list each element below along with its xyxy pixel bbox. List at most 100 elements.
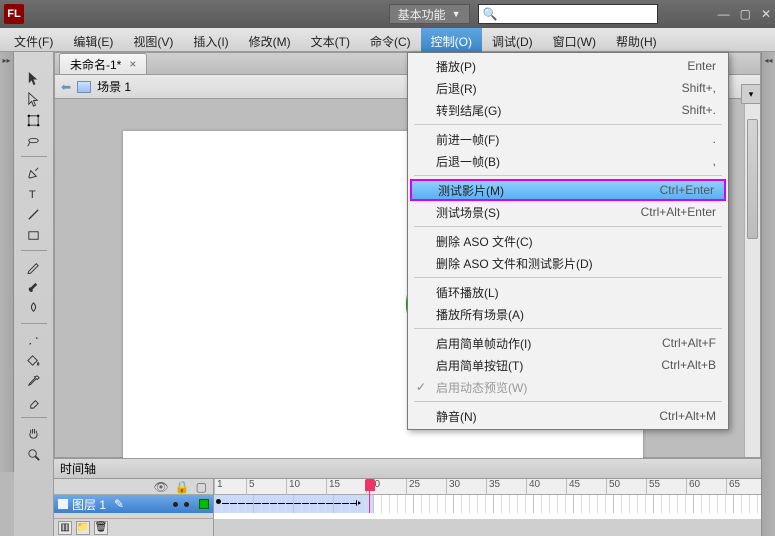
- frame-cell[interactable]: [326, 495, 334, 513]
- frame-cell[interactable]: [430, 495, 438, 513]
- timeline-header[interactable]: 时间轴: [54, 459, 761, 479]
- frame-cell[interactable]: [590, 495, 598, 513]
- frame-cell[interactable]: [750, 495, 758, 513]
- eye-icon[interactable]: 👁: [153, 480, 168, 494]
- menu-edit[interactable]: 编辑(E): [63, 28, 123, 52]
- frame-cell[interactable]: [270, 495, 278, 513]
- vertical-scrollbar[interactable]: [744, 99, 760, 457]
- frame-cell[interactable]: [454, 495, 462, 513]
- frame-cell[interactable]: [358, 495, 366, 513]
- menu-help[interactable]: 帮助(H): [606, 28, 667, 52]
- line-tool[interactable]: [22, 204, 46, 224]
- frame-cell[interactable]: [542, 495, 550, 513]
- frame-cell[interactable]: [726, 495, 734, 513]
- menu-item[interactable]: 测试影片(M)Ctrl+Enter: [410, 179, 726, 201]
- frame-cell[interactable]: [342, 495, 350, 513]
- menu-item[interactable]: 前进一帧(F).: [410, 128, 726, 150]
- frame-cell[interactable]: [566, 495, 574, 513]
- workspace-switcher[interactable]: 基本功能 ▼: [389, 4, 470, 24]
- menu-item[interactable]: 后退一帧(B),: [410, 150, 726, 172]
- frame-cell[interactable]: [534, 495, 542, 513]
- menu-item[interactable]: 循环播放(L): [410, 281, 726, 303]
- new-layer-button[interactable]: ▥: [58, 521, 72, 535]
- frame-cell[interactable]: [662, 495, 670, 513]
- frame-cell[interactable]: [502, 495, 510, 513]
- pencil-tool[interactable]: [22, 256, 46, 276]
- collapsed-panel-icon[interactable]: ▾: [741, 84, 761, 104]
- lock-icon[interactable]: 🔒: [175, 480, 190, 494]
- frame-cell[interactable]: [734, 495, 742, 513]
- menu-modify[interactable]: 修改(M): [239, 28, 301, 52]
- menu-file[interactable]: 文件(F): [4, 28, 63, 52]
- back-icon[interactable]: ⬅: [61, 80, 71, 94]
- frame-cell[interactable]: [278, 495, 286, 513]
- frame-cell[interactable]: [254, 495, 262, 513]
- right-collapse-gutter[interactable]: ◂◂: [761, 52, 775, 536]
- menu-item[interactable]: 静音(N)Ctrl+Alt+M: [410, 405, 726, 427]
- frame-cell[interactable]: [390, 495, 398, 513]
- eyedropper-tool[interactable]: [22, 371, 46, 391]
- menu-item[interactable]: 播放所有场景(A): [410, 303, 726, 325]
- pen-tool[interactable]: [22, 162, 46, 182]
- frame-cell[interactable]: [654, 495, 662, 513]
- outline-icon[interactable]: ▢: [196, 480, 207, 494]
- text-tool[interactable]: T: [22, 183, 46, 203]
- brush-tool[interactable]: [22, 277, 46, 297]
- menu-item[interactable]: 启用简单按钮(T)Ctrl+Alt+B: [410, 354, 726, 376]
- frame-cell[interactable]: [246, 495, 254, 513]
- frame-cell[interactable]: [694, 495, 702, 513]
- paint-bucket-tool[interactable]: [22, 350, 46, 370]
- frame-cell[interactable]: [702, 495, 710, 513]
- frame-cell[interactable]: [422, 495, 430, 513]
- frame-cell[interactable]: [638, 495, 646, 513]
- menu-item[interactable]: 删除 ASO 文件和测试影片(D): [410, 252, 726, 274]
- frame-cell[interactable]: [470, 495, 478, 513]
- frame-cell[interactable]: [582, 495, 590, 513]
- menu-item[interactable]: 测试场景(S)Ctrl+Alt+Enter: [410, 201, 726, 223]
- eraser-tool[interactable]: [22, 392, 46, 412]
- frame-cell[interactable]: [678, 495, 686, 513]
- frame-cell[interactable]: [606, 495, 614, 513]
- menu-debug[interactable]: 调试(D): [482, 28, 543, 52]
- frame-cell[interactable]: [622, 495, 630, 513]
- frame-cell[interactable]: [686, 495, 694, 513]
- menu-item[interactable]: 后退(R)Shift+,: [410, 77, 726, 99]
- scene-label[interactable]: 场景 1: [97, 78, 131, 95]
- frame-cell[interactable]: [598, 495, 606, 513]
- hand-tool[interactable]: [22, 423, 46, 443]
- restore-icon[interactable]: ▢: [740, 7, 751, 21]
- lasso-tool[interactable]: [22, 131, 46, 151]
- menu-view[interactable]: 视图(V): [123, 28, 183, 52]
- deco-tool[interactable]: [22, 298, 46, 318]
- new-folder-button[interactable]: 📁: [76, 521, 90, 535]
- timeline-frames[interactable]: 1510152025303540455055606570: [214, 479, 761, 519]
- menu-item[interactable]: 转到结尾(G)Shift+.: [410, 99, 726, 121]
- frame-cell[interactable]: [486, 495, 494, 513]
- frame-cell[interactable]: [446, 495, 454, 513]
- selection-tool[interactable]: [22, 68, 46, 88]
- frame-cell[interactable]: [526, 495, 534, 513]
- left-collapse-gutter[interactable]: ▸▸: [0, 52, 14, 472]
- frame-cell[interactable]: [558, 495, 566, 513]
- frame-cell[interactable]: [262, 495, 270, 513]
- menu-item[interactable]: 播放(P)Enter: [410, 55, 726, 77]
- frame-cell[interactable]: [574, 495, 582, 513]
- scrollbar-thumb[interactable]: [747, 119, 758, 239]
- search-input[interactable]: 🔍: [478, 4, 658, 24]
- frame-cell[interactable]: [286, 495, 294, 513]
- frame-cell[interactable]: [510, 495, 518, 513]
- frame-cell[interactable]: [494, 495, 502, 513]
- menu-commands[interactable]: 命令(C): [360, 28, 421, 52]
- frame-cell[interactable]: [222, 495, 230, 513]
- frame-cell[interactable]: [398, 495, 406, 513]
- close-icon[interactable]: ✕: [761, 7, 771, 21]
- frame-cell[interactable]: [318, 495, 326, 513]
- frame-cell[interactable]: [310, 495, 318, 513]
- frame-cell[interactable]: [438, 495, 446, 513]
- menu-window[interactable]: 窗口(W): [543, 28, 606, 52]
- frame-cell[interactable]: [406, 495, 414, 513]
- close-tab-icon[interactable]: ×: [129, 57, 136, 71]
- frame-cell[interactable]: [414, 495, 422, 513]
- menu-item[interactable]: 启用简单帧动作(I)Ctrl+Alt+F: [410, 332, 726, 354]
- playhead[interactable]: [366, 479, 374, 513]
